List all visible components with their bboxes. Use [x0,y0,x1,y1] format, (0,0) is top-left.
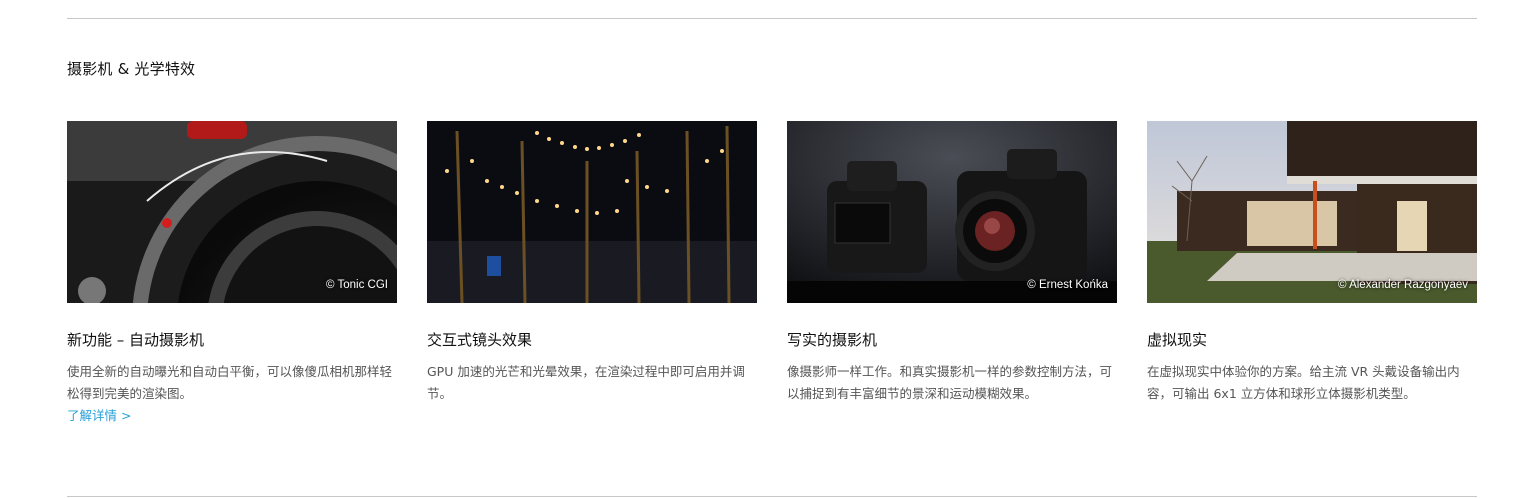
image-credit: © Tonic CGI [326,279,388,291]
card-description: GPU 加速的光芒和光晕效果，在渲染过程中即可启用并调节。 [427,364,745,401]
top-divider [67,18,1477,19]
night-scene-illustration [427,121,757,303]
card-title: 虚拟现实 [1147,331,1208,349]
feature-card-auto-camera: © Tonic CGI 新功能 – 自动摄影机 使用全新的自动曝光和自动白平衡，… [67,121,397,426]
feature-card-lens-effects: 交互式镜头效果 GPU 加速的光芒和光晕效果，在渲染过程中即可启用并调节。 [427,121,757,405]
bottom-divider [67,496,1477,497]
learn-more-link[interactable]: 了解详情 > [67,406,131,426]
image-credit: © Ernest Końka [1027,279,1108,291]
feature-card-realistic-camera: © Ernest Końka 写实的摄影机 像摄影师一样工作。和真实摄影机一样的… [787,121,1117,405]
camera-lens-illustration [67,121,397,303]
card-title: 新功能 – 自动摄影机 [67,331,205,349]
card-title: 写实的摄影机 [787,331,878,349]
house-illustration [1147,121,1477,303]
card-title: 交互式镜头效果 [427,331,533,349]
dslr-illustration [787,121,1117,303]
feature-card-vr: © Alexander Razgonyaev 虚拟现实 在虚拟现实中体验你的方案… [1147,121,1477,405]
card-description: 在虚拟现实中体验你的方案。给主流 VR 头戴设备输出内容，可输出 6x1 立方体… [1147,364,1460,401]
image-credit: © Alexander Razgonyaev [1338,279,1468,291]
string-lights-image [427,121,757,303]
section-title: 摄影机 & 光学特效 [67,60,196,78]
camera-lens-image: © Tonic CGI [67,121,397,303]
dslr-cameras-image: © Ernest Końka [787,121,1117,303]
card-description: 使用全新的自动曝光和自动白平衡，可以像傻瓜相机那样轻松得到完美的渲染图。 [67,364,393,401]
card-description: 像摄影师一样工作。和真实摄影机一样的参数控制方法，可以捕捉到有丰富细节的景深和运… [787,364,1113,401]
house-dusk-image: © Alexander Razgonyaev [1147,121,1477,303]
